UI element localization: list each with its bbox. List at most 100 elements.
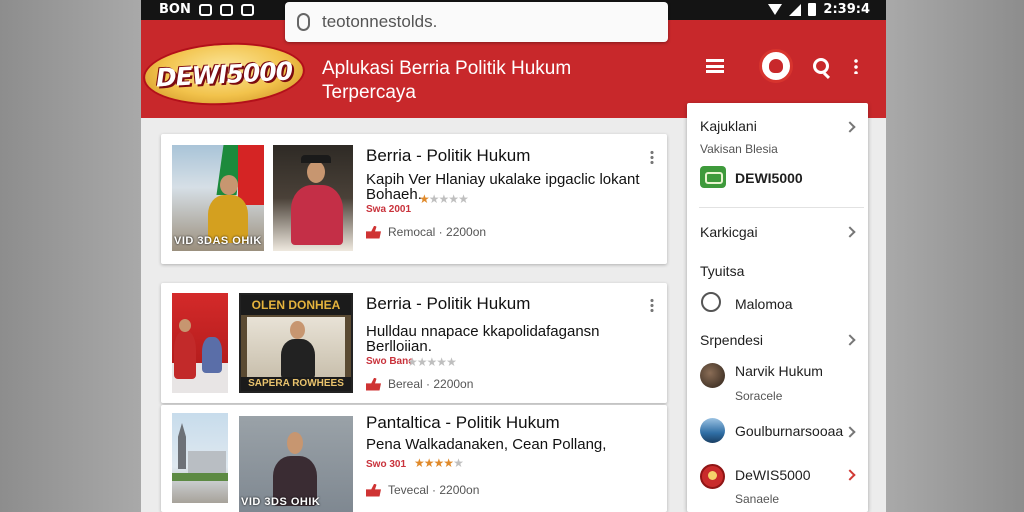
signal-icon (789, 3, 802, 16)
article-card-2[interactable]: OLEN DONHEA SAPERA ROWHEES Berria - Poli… (161, 283, 667, 403)
brand-logo[interactable]: DEWI5000 (141, 38, 307, 110)
logo-text: DEWI5000 (155, 55, 293, 93)
like-icon[interactable] (366, 483, 381, 497)
chevron-right-icon[interactable] (844, 469, 856, 481)
emblem-icon[interactable] (759, 49, 793, 83)
like-icon[interactable] (366, 225, 381, 239)
url-text[interactable]: teotonnestolds. (322, 12, 437, 32)
star-icon: ★ (416, 355, 428, 369)
article-2-title[interactable]: Berria - Politik Hukum (366, 294, 530, 314)
battery-icon (808, 3, 817, 16)
article-1-source: Swa 2001 (366, 204, 412, 215)
star-icon: ★ (426, 355, 438, 369)
article-3-meta-text: Tevecal · 2200on (388, 483, 480, 497)
article-1-subtitle: Kapih Ver Hlaniay ukalake ipgaclic lokan… (366, 171, 640, 203)
avatar (700, 418, 725, 443)
star-icon: ★ (423, 456, 435, 470)
star-icon: ★ (446, 355, 457, 369)
lock-icon (297, 13, 310, 31)
chevron-right-icon[interactable] (844, 226, 856, 238)
menu-section-title: Tyuitsa (700, 263, 745, 279)
article-1-meta: Remocal · 2200on (366, 225, 486, 239)
menu-section-title[interactable]: Karkicgai (700, 224, 758, 240)
star-icon: ★ (407, 355, 418, 369)
star-icon: ★ (428, 192, 440, 206)
star-icon: ★ (453, 456, 464, 470)
avatar (700, 363, 725, 388)
site-title: Aplukasi Berria Politik Hukum Terpercaya (322, 58, 572, 103)
app-icon (219, 3, 233, 16)
article-3-thumbnail-b[interactable]: VID 3DS OHIK (239, 416, 353, 512)
chevron-right-icon[interactable] (844, 334, 856, 346)
like-icon[interactable] (366, 377, 381, 391)
chevron-right-icon[interactable] (844, 121, 856, 133)
emblem-inner (769, 59, 783, 73)
menu-item[interactable]: DeWIS5000 (735, 467, 810, 483)
star-icon: ★ (414, 456, 425, 470)
status-left-text: BON (159, 2, 191, 17)
article-card-3[interactable]: VID 3DS OHIK Pantaltica - Politik Hukum … (161, 405, 667, 512)
star-icon: ★ (438, 192, 450, 206)
article-1-meta-text: Remocal · 2200on (388, 225, 487, 239)
article-2-meta-text: Bereal · 2200on (388, 377, 474, 391)
smiley-icon (701, 292, 721, 312)
star-icon: ★ (419, 192, 430, 206)
hamburger-icon[interactable] (706, 59, 724, 73)
person-head (179, 319, 191, 332)
star-icon: ★ (443, 456, 454, 470)
article-2-thumbnail-a[interactable] (172, 293, 228, 393)
star-icon: ★ (433, 456, 445, 470)
search-icon[interactable] (813, 58, 829, 74)
person-figure (281, 339, 315, 379)
article-card-1[interactable]: VID 3DAS OHIK Berria - Politik Hukum Kap… (161, 134, 667, 264)
background-left (0, 0, 141, 512)
thumb-caption: VID 3DS OHIK (241, 496, 321, 508)
star-icon: ★ (436, 355, 447, 369)
article-3-subtitle: Pena Walkadanaken, Cean Pollang, (366, 436, 607, 453)
person-head (307, 161, 325, 183)
article-3-source: Swo 301 (366, 459, 407, 470)
menu-divider (699, 207, 864, 208)
star-icon: ★ (458, 192, 469, 206)
article-2-thumbnail-b[interactable]: OLEN DONHEA SAPERA ROWHEES (239, 293, 353, 393)
menu-item[interactable]: Narvik Hukum (735, 363, 823, 379)
person-head (220, 175, 238, 195)
hall-building (188, 451, 226, 473)
thumb-caption: SAPERA ROWHEES (241, 377, 351, 391)
article-3-rating: ★★★★★ (414, 456, 464, 470)
menu-section-title[interactable]: Srpendesi (700, 332, 763, 348)
article-1-thumbnail-a[interactable]: VID 3DAS OHIK (172, 145, 264, 251)
menu-item-sub: Sanaele (735, 492, 780, 506)
menu-item[interactable]: Malomoa (735, 296, 793, 312)
article-2-subtitle: Hulldau nnapace kkapolidafagansn Berlloi… (366, 323, 600, 355)
url-bar[interactable]: teotonnestolds. (285, 2, 668, 42)
brand-badge-icon (700, 166, 726, 188)
person-head (287, 432, 303, 454)
article-3-title[interactable]: Pantaltica - Politik Hukum (366, 413, 560, 433)
person-head (290, 321, 305, 339)
avatar (700, 464, 725, 489)
person-figure (202, 337, 222, 373)
menu-section-subtitle: Vakisan Blesia (700, 142, 778, 156)
article-3-thumbnail-a[interactable] (172, 413, 228, 503)
more-vertical-icon[interactable] (854, 58, 858, 74)
article-1-more-icon[interactable] (650, 150, 654, 164)
thumb-header: OLEN DONHEA (241, 295, 351, 315)
church-tower (178, 423, 186, 469)
article-1-rating: ★★★★★ (419, 192, 469, 206)
phone-screen: BON 2:39:4 teotonnestolds. DEWI5000 Aplu… (141, 0, 886, 512)
menu-item-brand[interactable]: DEWI5000 (735, 170, 803, 186)
article-2-rating: ★★★★★ (407, 355, 457, 369)
menu-item[interactable]: Goulburnarsooaa (735, 423, 843, 439)
message-icon (240, 3, 254, 16)
chevron-right-icon[interactable] (844, 426, 856, 438)
thumb-caption: VID 3DAS OHIK (174, 235, 262, 247)
star-icon: ★ (448, 192, 459, 206)
article-1-title[interactable]: Berria - Politik Hukum (366, 146, 530, 166)
article-2-meta: Bereal · 2200on (366, 377, 473, 391)
person-figure (174, 331, 196, 379)
article-2-more-icon[interactable] (650, 298, 654, 312)
article-1-thumbnail-b[interactable] (273, 145, 353, 251)
menu-section-title[interactable]: Kajuklani (700, 118, 757, 134)
wifi-icon (768, 4, 783, 15)
